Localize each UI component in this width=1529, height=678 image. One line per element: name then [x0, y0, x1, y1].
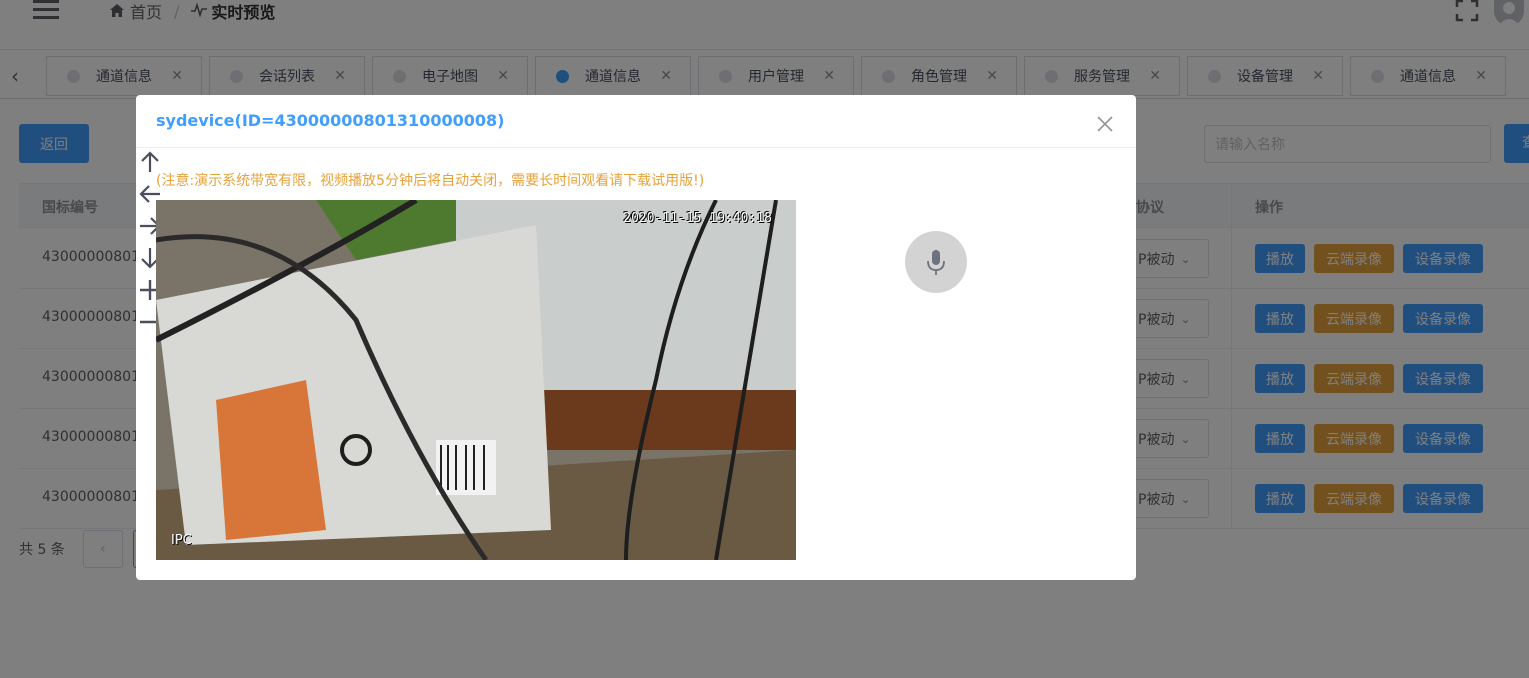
video-frame: [156, 200, 796, 560]
dialog-title: sydevice(ID=43000000801310000008): [156, 111, 505, 130]
video-player[interactable]: 2020-11-15 19:40:18 IPC: [156, 200, 796, 560]
close-icon[interactable]: [1096, 115, 1114, 133]
dialog-header: sydevice(ID=43000000801310000008): [136, 95, 1136, 148]
preview-dialog: sydevice(ID=43000000801310000008) (注意:演示…: [136, 95, 1136, 580]
video-timestamp: 2020-11-15 19:40:18: [623, 211, 772, 226]
microphone-icon[interactable]: [905, 231, 967, 293]
bandwidth-note: (注意:演示系统带宽有限，视频播放5分钟后将自动关闭，需要长时间观看请下载试用版…: [156, 173, 705, 189]
video-camera-name: IPC: [171, 533, 192, 548]
